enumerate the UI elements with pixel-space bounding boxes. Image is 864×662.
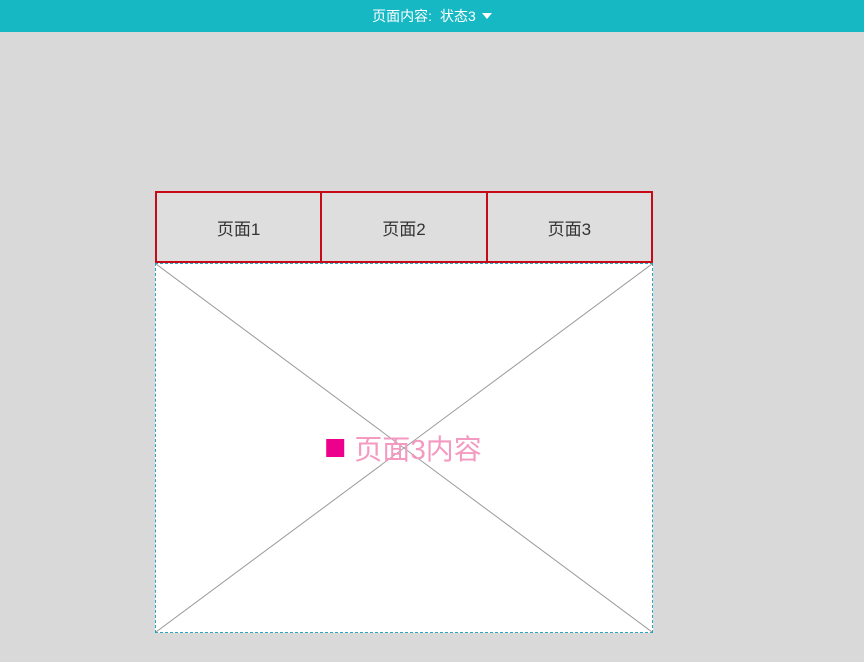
state-selector[interactable]: 状态3 xyxy=(440,6,492,26)
tab-page1[interactable]: 页面1 xyxy=(155,191,322,263)
tab-page2[interactable]: 页面2 xyxy=(320,191,487,263)
content-panel[interactable]: 页面3内容 xyxy=(155,263,653,633)
chevron-down-icon xyxy=(482,13,492,19)
content-center: 页面3内容 xyxy=(326,428,482,468)
tabs-container: 页面1 页面2 页面3 xyxy=(155,191,653,263)
tab-label: 页面1 xyxy=(217,215,260,240)
content-text: 页面3内容 xyxy=(354,428,482,468)
header-bar: 页面内容: 状态3 xyxy=(0,0,864,32)
tab-label: 页面2 xyxy=(382,215,425,240)
tab-label: 页面3 xyxy=(548,215,591,240)
state-value: 状态3 xyxy=(440,6,476,26)
stage: 页面1 页面2 页面3 页面3内容 xyxy=(0,32,864,662)
tab-page3[interactable]: 页面3 xyxy=(486,191,653,263)
square-marker-icon xyxy=(326,439,344,457)
header-label: 页面内容: xyxy=(372,6,432,26)
